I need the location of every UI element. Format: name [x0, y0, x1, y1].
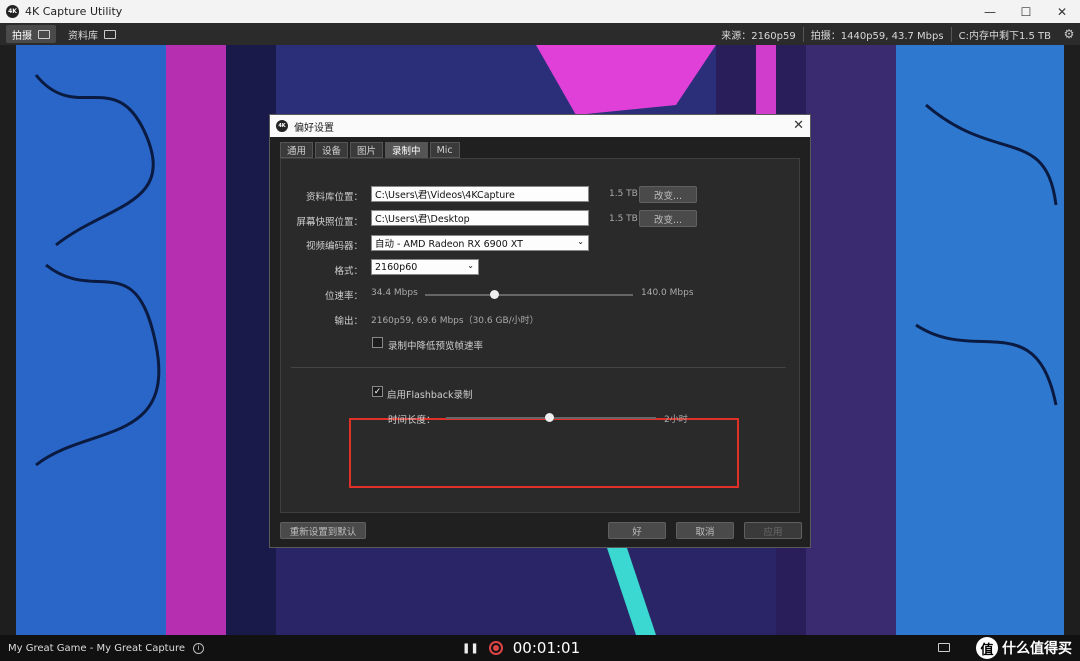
reduce-preview-checkbox[interactable]: [372, 337, 383, 348]
tab-mic[interactable]: Mic: [429, 142, 460, 158]
camera-icon[interactable]: [938, 643, 950, 652]
capture-status: 拍摄：1440p59, 43.7 Mbps: [802, 26, 951, 42]
duration-value: 2小时: [664, 415, 688, 425]
bitrate-slider-track[interactable]: [425, 294, 633, 296]
watermark: 值 什么值得买: [976, 637, 1072, 659]
pause-icon[interactable]: ❚❚: [462, 643, 479, 654]
reset-defaults-button[interactable]: 重新设置到默认: [280, 522, 366, 539]
tab-library[interactable]: 资料库: [62, 25, 122, 43]
duration-label: 时间长度：: [388, 415, 436, 426]
tab-images[interactable]: 图片: [350, 142, 384, 158]
bitrate-max: 140.0 Mbps: [641, 288, 694, 298]
close-icon[interactable]: ✕: [1044, 0, 1080, 23]
tab-capture[interactable]: 拍摄: [6, 25, 56, 43]
info-icon[interactable]: i: [193, 642, 204, 654]
duration-slider-thumb[interactable]: [544, 413, 554, 422]
gear-icon[interactable]: ⚙: [1058, 27, 1080, 41]
chevron-down-icon: ⌄: [577, 237, 584, 246]
bottom-bar: My Great Game - My Great Capture i ❚❚ 00…: [0, 635, 1080, 661]
flashback-highlight-box: [349, 418, 739, 488]
encoder-select[interactable]: 自动 - AMD Radeon RX 6900 XT ⌄: [371, 235, 589, 251]
library-location-field[interactable]: C:\Users\君\Videos\4KCapture: [371, 186, 589, 202]
chevron-down-icon: ⌄: [467, 261, 474, 270]
preferences-dialog: 4K 偏好设置 ✕ 通用 设备 图片 录制中 Mic 资料库位置： C:\Use…: [269, 114, 811, 548]
app-logo-icon: 4K: [6, 5, 19, 18]
title-bar: 4K 4K Capture Utility — ☐ ✕: [0, 0, 1080, 23]
snapshot-free-space: 1.5 TB: [609, 214, 638, 224]
snapshot-location-label: 屏幕快照位置：: [296, 217, 363, 228]
window-controls: — ☐ ✕: [972, 0, 1080, 23]
output-label: 输出：: [334, 316, 363, 327]
status-area: 来源：2160p59 拍摄：1440p59, 43.7 Mbps C:内存中剩下…: [714, 23, 1080, 45]
app-title: 4K Capture Utility: [25, 5, 123, 18]
dialog-tabs: 通用 设备 图片 录制中 Mic: [280, 142, 460, 158]
reduce-preview-label: 录制中降低预览帧速率: [388, 341, 484, 352]
app-window: 4K 4K Capture Utility — ☐ ✕ 拍摄 资料库 来源：21…: [0, 0, 1080, 661]
change-snapshot-button[interactable]: 改变...: [639, 210, 697, 227]
close-icon[interactable]: ✕: [793, 118, 804, 133]
tab-capture-label: 拍摄: [12, 30, 32, 42]
playback-controls: ❚❚ 00:01:01: [462, 635, 580, 661]
tab-recording[interactable]: 录制中: [385, 142, 428, 158]
storage-status: C:内存中剩下1.5 TB: [950, 26, 1058, 42]
bitrate-min: 34.4 Mbps: [371, 288, 418, 298]
watermark-logo: 值: [976, 637, 998, 659]
encoder-value: 自动 - AMD Radeon RX 6900 XT: [375, 239, 523, 250]
apply-button[interactable]: 应用: [744, 522, 802, 539]
bitrate-label: 位速率：: [324, 291, 363, 302]
dialog-footer: 重新设置到默认 好 取消 应用: [270, 513, 810, 547]
encoder-label: 视频编码器：: [305, 241, 363, 252]
output-value: 2160p59, 69.6 Mbps（30.6 GB/小时）: [371, 316, 539, 326]
bitrate-slider-thumb[interactable]: [489, 290, 499, 299]
library-free-space: 1.5 TB: [609, 189, 638, 199]
format-value: 2160p60: [375, 261, 418, 273]
watermark-text: 什么值得买: [1002, 641, 1072, 657]
flashback-label: 启用Flashback录制: [387, 390, 473, 401]
cancel-button[interactable]: 取消: [676, 522, 734, 539]
app-logo-icon: 4K: [276, 120, 288, 132]
tab-library-label: 资料库: [68, 30, 98, 42]
dialog-title-bar: 4K 偏好设置 ✕: [270, 115, 810, 137]
record-icon[interactable]: [488, 641, 503, 655]
tab-general[interactable]: 通用: [280, 142, 314, 158]
source-status: 来源：2160p59: [721, 30, 796, 42]
recording-timer: 00:01:01: [512, 639, 581, 657]
format-label: 格式：: [334, 266, 363, 277]
grid-icon: [104, 29, 116, 39]
tab-devices[interactable]: 设备: [315, 142, 349, 158]
snapshot-location-field[interactable]: C:\Users\君\Desktop: [371, 210, 589, 226]
minimize-icon[interactable]: —: [972, 0, 1008, 23]
change-library-button[interactable]: 改变...: [639, 186, 697, 203]
section-divider: [291, 367, 786, 368]
dialog-title: 偏好设置: [294, 122, 334, 134]
format-select[interactable]: 2160p60 ⌄: [371, 259, 479, 275]
recording-settings-panel: 资料库位置： C:\Users\君\Videos\4KCapture 1.5 T…: [280, 158, 800, 513]
monitor-icon: [38, 29, 50, 39]
toolbar: 拍摄 资料库 来源：2160p59 拍摄：1440p59, 43.7 Mbps …: [0, 23, 1080, 45]
maximize-icon[interactable]: ☐: [1008, 0, 1044, 23]
library-location-label: 资料库位置：: [305, 192, 363, 203]
ok-button[interactable]: 好: [608, 522, 666, 539]
flashback-checkbox[interactable]: ✓: [372, 386, 383, 397]
capture-name: My Great Game - My Great Capture: [8, 642, 185, 654]
